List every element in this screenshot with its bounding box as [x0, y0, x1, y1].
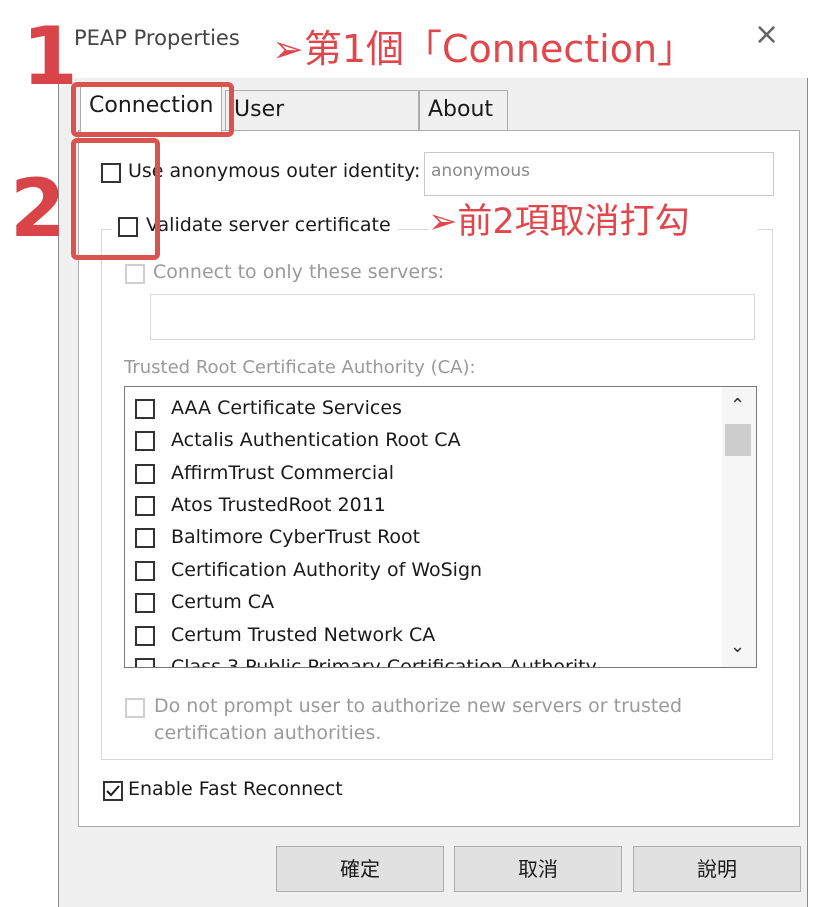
highlight-connection-tab	[71, 82, 234, 137]
ca-item-label: Certification Authority of WoSign	[171, 559, 483, 581]
fast-reconnect-checkbox[interactable]	[103, 781, 123, 801]
ca-checkbox[interactable]	[135, 528, 155, 548]
ca-checkbox[interactable]	[135, 496, 155, 516]
ca-item-label: Certum CA	[171, 591, 275, 613]
servers-input[interactable]	[150, 294, 755, 340]
ca-item-label: Class 3 Public Primary Certification Aut…	[171, 656, 597, 668]
help-button[interactable]: 說明	[633, 846, 801, 892]
connect-only-checkbox[interactable]	[125, 264, 145, 284]
fast-reconnect-label: Enable Fast Reconnect	[128, 778, 343, 800]
step-2-marker: 2	[10, 162, 66, 255]
ca-item-label: Actalis Authentication Root CA	[171, 429, 461, 451]
checkmark-icon	[106, 785, 120, 797]
connect-only-label: Connect to only these servers:	[153, 261, 445, 283]
ca-item-label: Certum Trusted Network CA	[171, 624, 436, 646]
no-prompt-label-line2: certification authorities.	[154, 722, 382, 744]
chevron-up-icon[interactable]: ⌃	[730, 395, 745, 416]
ok-button[interactable]: 確定	[276, 846, 444, 892]
ca-item-label: AAA Certificate Services	[171, 397, 402, 419]
tab-about[interactable]: About	[419, 90, 508, 130]
chevron-down-icon[interactable]: ⌄	[730, 636, 745, 657]
anonymous-identity-label: Use anonymous outer identity:	[128, 160, 421, 182]
validate-certificate-label: Validate server certificate	[146, 214, 391, 236]
highlight-checkboxes	[71, 138, 160, 260]
anonymous-identity-input[interactable]: anonymous	[424, 152, 774, 196]
trusted-ca-list[interactable]: AAA Certificate Services Actalis Authent…	[124, 386, 757, 668]
ca-checkbox[interactable]	[135, 464, 155, 484]
ca-list-scrollbar[interactable]: ⌃ ⌄	[722, 387, 756, 667]
ca-item-label: AffirmTrust Commercial	[171, 462, 395, 484]
ca-item-label: Baltimore CyberTrust Root	[171, 526, 421, 548]
step-2-annotation: ➢前2項取消打勾	[428, 202, 690, 242]
close-icon[interactable]: ×	[754, 20, 779, 50]
ca-checkbox[interactable]	[135, 658, 155, 667]
ca-checkbox[interactable]	[135, 593, 155, 613]
ca-checkbox[interactable]	[135, 431, 155, 451]
ca-item-label: Atos TrustedRoot 2011	[171, 494, 386, 516]
no-prompt-checkbox[interactable]	[125, 698, 145, 718]
tab-user-credentials[interactable]: User Credentials	[225, 90, 419, 160]
scrollbar-thumb[interactable]	[725, 424, 751, 456]
no-prompt-label-line1: Do not prompt user to authorize new serv…	[154, 695, 683, 717]
ca-checkbox[interactable]	[135, 561, 155, 581]
cancel-button[interactable]: 取消	[454, 846, 622, 892]
ca-checkbox[interactable]	[135, 399, 155, 419]
trusted-ca-label: Trusted Root Certificate Authority (CA):	[124, 357, 476, 378]
ca-checkbox[interactable]	[135, 626, 155, 646]
step-1-marker: 1	[22, 10, 78, 103]
window-title: PEAP Properties	[74, 26, 240, 50]
step-1-annotation: ➢第1個「Connection」	[272, 27, 696, 71]
